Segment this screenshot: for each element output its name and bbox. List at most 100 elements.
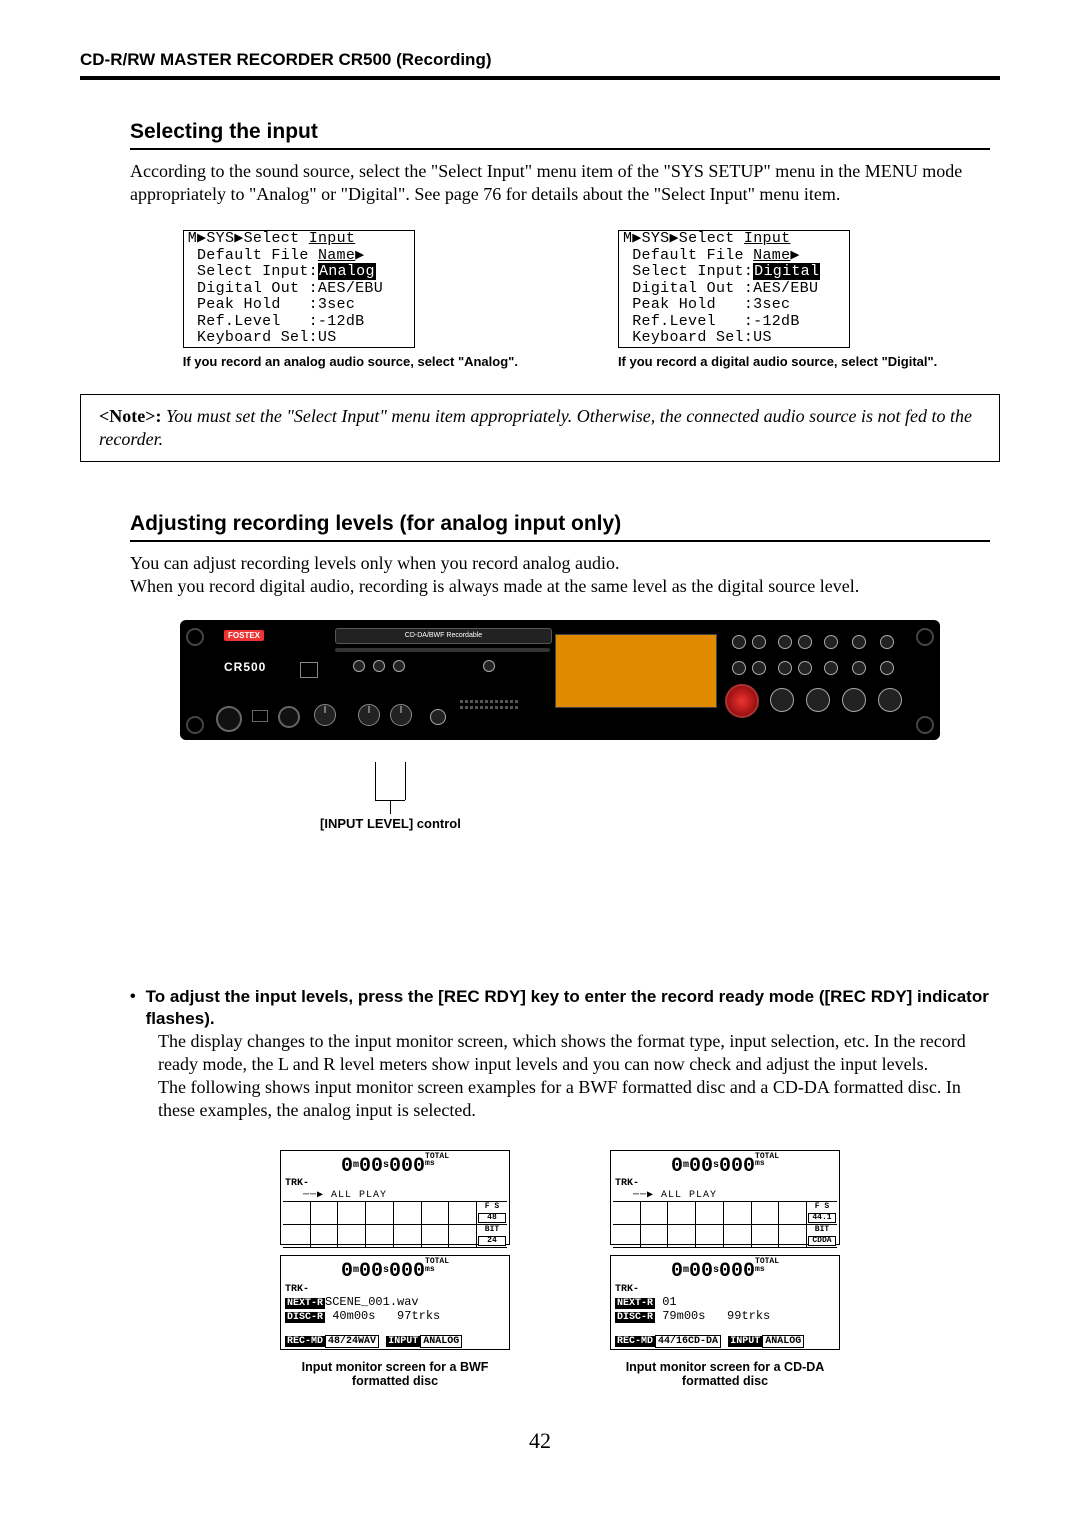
trk-label: TRK- <box>613 1284 837 1295</box>
level-meter <box>460 706 518 709</box>
screw-icon <box>916 716 934 734</box>
level-grid: F S48 BIT24 <box>283 1201 507 1242</box>
next-line: NEXT-RSCENE_001.wav <box>283 1295 507 1309</box>
panel-button <box>353 660 365 672</box>
button-col <box>852 660 866 676</box>
button-col <box>852 634 866 650</box>
record-button <box>725 684 759 718</box>
brand-logo: FOSTEX <box>224 630 264 641</box>
disc-logo-icon <box>300 662 318 678</box>
button-col <box>824 634 838 650</box>
lcd-text: Default File <box>188 247 318 264</box>
panel-button <box>483 660 495 672</box>
page-number: 42 <box>80 1428 1000 1454</box>
lcd-analog-block: M▶SYS▶Select Input Default File Name▶ Se… <box>183 230 518 370</box>
next-line: NEXT-R 01 <box>613 1295 837 1309</box>
button-col <box>880 634 894 650</box>
lcd-selected-analog: Analog <box>318 263 376 280</box>
screw-icon <box>186 628 204 646</box>
panel-diagram: [PHONES] control [REC RDY] key FOSTEX CR… <box>180 620 940 956</box>
time-readout: 0m00s000TOTALms <box>613 1153 837 1178</box>
lcd-text: ▶ <box>355 247 364 264</box>
lcd-text: M▶SYS▶Select <box>623 230 744 247</box>
input-level-l-knob <box>358 704 380 726</box>
lcd-analog: M▶SYS▶Select Input Default File Name▶ Se… <box>183 230 415 348</box>
play-button <box>806 688 830 712</box>
lcd-text: ▶ <box>790 247 799 264</box>
lcd-text: Name <box>753 247 790 264</box>
trk-label: TRK- <box>283 1178 507 1189</box>
lcd-screens-row: M▶SYS▶Select Input Default File Name▶ Se… <box>130 230 990 370</box>
lcd-text: Ref.Level :-12dB <box>619 314 849 331</box>
monitor-screens-row: 0m00s000TOTALms TRK- ──▶ ALL PLAY F S48 … <box>130 1150 990 1387</box>
lcd-digital-block: M▶SYS▶Select Input Default File Name▶ Se… <box>618 230 937 370</box>
monitor-panel-bottom: 0m00s000TOTALms TRK- NEXT-RSCENE_001.wav… <box>280 1255 510 1349</box>
lcd-text: Keyboard Sel:US <box>184 330 414 347</box>
button-col <box>778 634 792 650</box>
panel-button <box>393 660 405 672</box>
section1-paragraph: According to the sound source, select th… <box>130 160 990 206</box>
lcd-text: Peak Hold :3sec <box>619 297 849 314</box>
bullet-item: • To adjust the input levels, press the … <box>130 986 990 1030</box>
lcd-text: Digital Out :AES/EBU <box>619 281 849 298</box>
monitor-caption-cdda: Input monitor screen for a CD-DA formatt… <box>610 1360 840 1388</box>
time-readout: 0m00s000TOTALms <box>283 1258 507 1283</box>
button-col <box>752 660 766 676</box>
input-level-r-knob <box>390 704 412 726</box>
button-col <box>732 660 746 676</box>
lcd-text: Digital Out :AES/EBU <box>184 281 414 298</box>
headphone-jack <box>278 706 300 728</box>
section-rule <box>130 540 990 542</box>
recmd-line: REC-MD48/24WAV INPUTANALOG <box>283 1333 507 1347</box>
recmd-line: REC-MD44/16CD-DA INPUTANALOG <box>613 1333 837 1347</box>
section2-paragraph: You can adjust recording levels only whe… <box>130 552 990 598</box>
bullet-body: The following shows input monitor screen… <box>158 1076 990 1122</box>
disc-line: DISC-R 40m00s 97trks <box>283 1309 507 1323</box>
button-col <box>880 660 894 676</box>
level-grid: F S44.1 BITCDDA <box>613 1201 837 1242</box>
ffwd-button <box>878 688 902 712</box>
callout-input-level: [INPUT LEVEL] control <box>320 816 461 831</box>
note-text: You must set the "Select Input" menu ite… <box>99 406 972 449</box>
cd-slot: CD-DA/BWF Recordable <box>335 628 552 644</box>
monitor-cdda: 0m00s000TOTALms TRK- ──▶ ALL PLAY F S44.… <box>610 1150 840 1387</box>
usb-port-icon <box>252 710 268 722</box>
monitor-bwf: 0m00s000TOTALms TRK- ──▶ ALL PLAY F S48 … <box>280 1150 510 1387</box>
bullet-title: To adjust the input levels, press the [R… <box>146 986 990 1030</box>
lcd-text: Input <box>744 230 791 247</box>
section-adjusting-title: Adjusting recording levels (for analog i… <box>130 512 990 536</box>
lcd-selected-digital: Digital <box>753 263 820 280</box>
model-label: CR500 <box>224 660 266 674</box>
lcd-text: Keyboard Sel:US <box>619 330 849 347</box>
rew-button <box>842 688 866 712</box>
button-group <box>480 660 498 674</box>
lcd-digital: M▶SYS▶Select Input Default File Name▶ Se… <box>618 230 850 348</box>
lcd-text: Input <box>309 230 356 247</box>
level-meter <box>460 700 518 703</box>
button-col <box>824 660 838 676</box>
note-box: <Note>: You must set the "Select Input" … <box>80 394 1000 462</box>
time-readout: 0m00s000TOTALms <box>613 1258 837 1283</box>
lcd-analog-caption: If you record an analog audio source, se… <box>183 354 518 370</box>
disc-line: DISC-R 79m00s 99trks <box>613 1309 837 1323</box>
screw-icon <box>186 716 204 734</box>
section-rule <box>130 148 990 150</box>
lcd-text: Name <box>318 247 355 264</box>
monitor-caption-bwf: Input monitor screen for a BWF formatted… <box>280 1360 510 1388</box>
lcd-text: Peak Hold :3sec <box>184 297 414 314</box>
button-col <box>778 660 792 676</box>
power-button <box>216 706 242 732</box>
cd-mouth <box>335 648 550 652</box>
leader-line <box>390 800 391 814</box>
lcd-text: Default File <box>623 247 753 264</box>
button-col <box>798 634 812 650</box>
panel-button <box>373 660 385 672</box>
monitor-panel-top: 0m00s000TOTALms TRK- ──▶ ALL PLAY F S48 … <box>280 1150 510 1245</box>
button-group <box>350 660 408 674</box>
leader-line <box>405 762 406 800</box>
time-readout: 0m00s000TOTALms <box>283 1153 507 1178</box>
section-selecting-input-title: Selecting the input <box>130 120 990 144</box>
phones-knob <box>314 704 336 726</box>
note-label: <Note>: <box>99 406 162 426</box>
lcd-text: Select Input: <box>623 263 753 280</box>
